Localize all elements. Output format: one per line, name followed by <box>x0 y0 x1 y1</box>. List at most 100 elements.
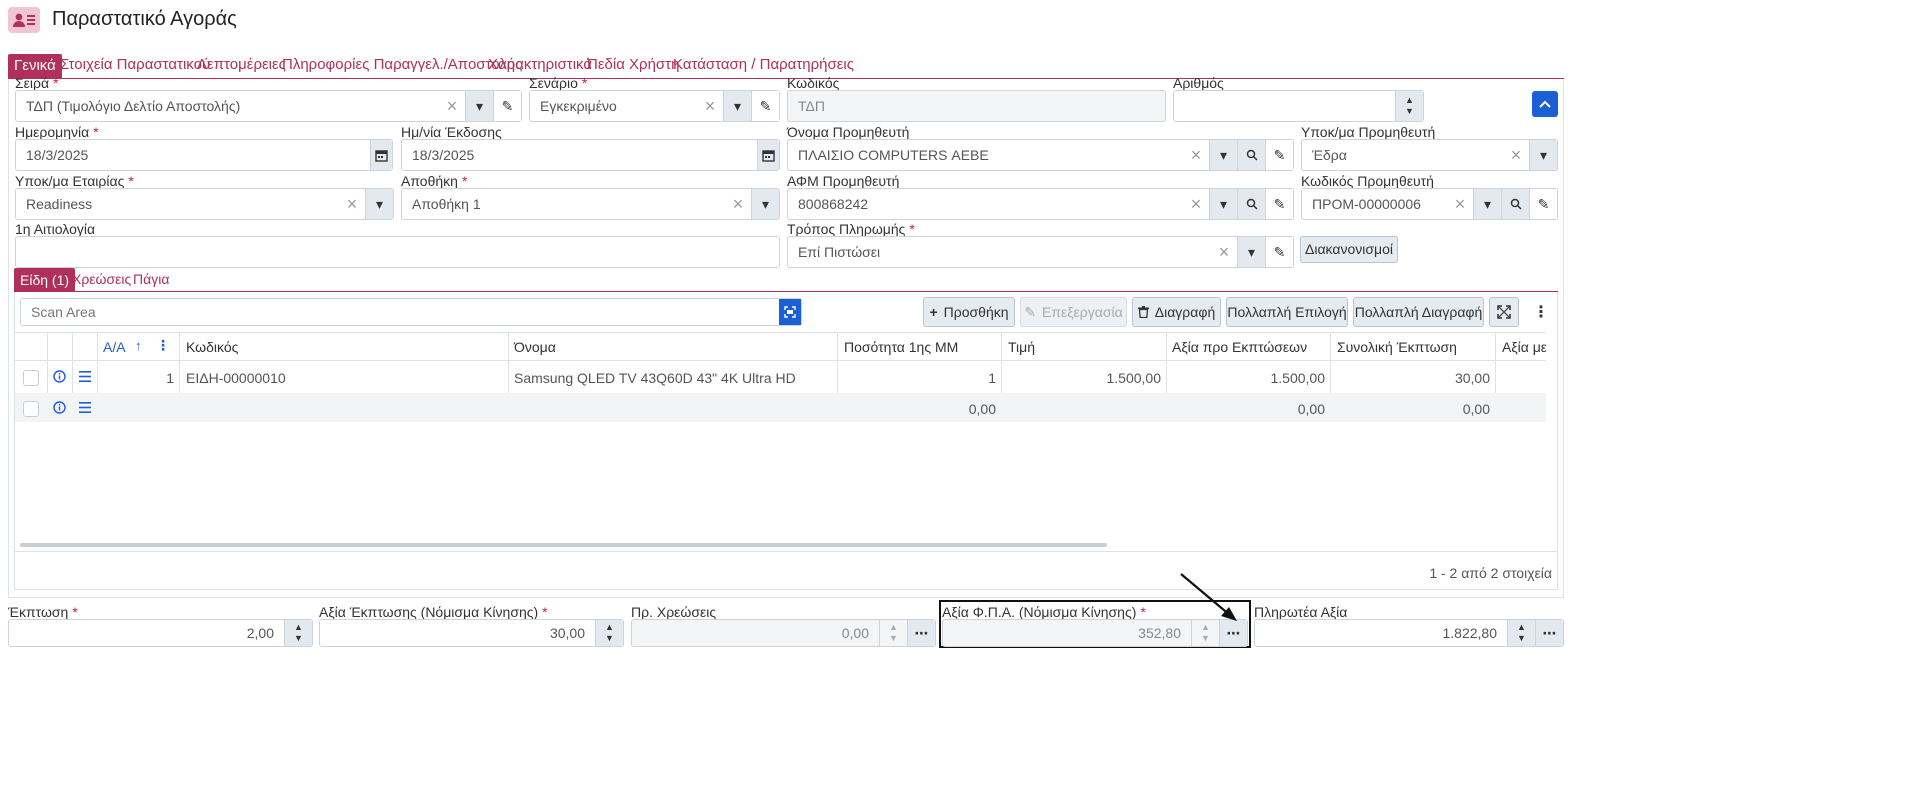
edit-icon[interactable]: ✎ <box>1265 189 1293 219</box>
chevron-down-icon[interactable]: ▾ <box>1237 237 1265 267</box>
row-gross-value: 0,00 <box>1297 401 1325 417</box>
row-price: 1.500,00 <box>1106 370 1162 386</box>
supplier-code-field[interactable]: ΠΡΟΜ-00000006 × ▾ ✎ <box>1301 188 1558 220</box>
column-header-net-value[interactable]: Αξία μετ <box>1502 339 1546 355</box>
more-horizontal-icon[interactable]: ⋯ <box>1535 620 1563 646</box>
multi-delete-button[interactable]: Πολλαπλή Διαγραφή <box>1353 297 1484 327</box>
code-label: Κωδικός <box>787 75 840 91</box>
discount-field[interactable]: 2,00 ▲ ▼ <box>8 619 313 647</box>
edit-icon[interactable]: ✎ <box>1265 140 1293 170</box>
reason-field[interactable] <box>15 236 780 268</box>
issue-date-field[interactable]: 18/3/2025 <box>401 139 780 171</box>
calendar-icon[interactable] <box>757 140 779 170</box>
supplier-branch-label: Υποκ/μα Προμηθευτή <box>1301 124 1436 140</box>
column-header-name[interactable]: Όνομα <box>514 339 556 355</box>
tab-document-details[interactable]: Στοιχεία Παραστατικού <box>60 56 210 73</box>
tab-characteristics[interactable]: Χαρακτηριστικά <box>488 56 592 73</box>
column-header-price[interactable]: Τιμή <box>1008 339 1035 355</box>
clear-icon[interactable]: × <box>697 97 723 115</box>
payable-stepper[interactable]: ▲ ▼ <box>1507 620 1535 646</box>
expand-icon[interactable] <box>1489 297 1519 327</box>
series-field[interactable]: ΤΔΠ (Τιμολόγιο Δελτίο Αποστολής) × ▾ ✎ <box>15 90 522 122</box>
company-branch-field[interactable]: Readiness × ▾ <box>15 188 394 220</box>
barcode-scan-icon[interactable] <box>779 299 801 325</box>
column-header-quantity[interactable]: Ποσότητα 1ης ΜΜ <box>844 339 958 355</box>
warehouse-field[interactable]: Αποθήκη 1 × ▾ <box>401 188 780 220</box>
more-horizontal-icon[interactable]: ⋯ <box>907 620 935 646</box>
clear-icon[interactable]: × <box>1183 146 1209 164</box>
settlements-button[interactable]: Διακανονισμοί <box>1300 236 1398 263</box>
number-field[interactable]: ▲ ▼ <box>1173 90 1424 122</box>
grid-footer-divider <box>15 551 1557 552</box>
column-header-gross-value[interactable]: Αξία προ Εκπτώσεων <box>1172 339 1307 355</box>
search-icon[interactable] <box>1237 189 1265 219</box>
column-header-code[interactable]: Κωδικός <box>186 339 238 355</box>
clear-icon[interactable]: × <box>725 195 751 213</box>
info-icon[interactable] <box>52 400 67 415</box>
scan-area-input[interactable]: Scan Area <box>20 298 802 326</box>
row-menu-icon[interactable] <box>77 400 92 415</box>
calendar-icon[interactable] <box>370 140 392 170</box>
sort-ascending-icon[interactable]: ↑ <box>135 338 142 353</box>
subtab-charges[interactable]: Χρεώσεις <box>72 271 131 287</box>
column-menu-icon[interactable]: ⋮ <box>156 337 170 354</box>
multi-select-button[interactable]: Πολλαπλή Επιλογή <box>1226 297 1348 327</box>
scenario-field[interactable]: Εγκεκριμένο × ▾ ✎ <box>529 90 780 122</box>
discount-stepper[interactable]: ▲ ▼ <box>284 620 312 646</box>
tab-order-shipping[interactable]: Πληροφορίες Παραγγελ./Αποστολής <box>282 56 522 73</box>
tab-user-fields[interactable]: Πεδία Χρήστη <box>587 56 679 73</box>
subtab-items[interactable]: Είδη (1) <box>14 268 76 292</box>
clear-icon[interactable]: × <box>439 97 465 115</box>
row-menu-icon[interactable] <box>77 369 92 384</box>
clear-icon[interactable]: × <box>1503 146 1529 164</box>
supplier-name-field[interactable]: ΠΛΑΙΣΙΟ COMPUTERS ΑΕΒΕ × ▾ ✎ <box>787 139 1294 171</box>
series-label: Σειρά * <box>15 75 59 91</box>
edit-icon[interactable]: ✎ <box>493 91 521 121</box>
discount-value-field[interactable]: 30,00 ▲ ▼ <box>319 619 624 647</box>
edit-icon[interactable]: ✎ <box>751 91 779 121</box>
payment-field[interactable]: Επί Πιστώσει × ▾ ✎ <box>787 236 1294 268</box>
chevron-down-icon[interactable]: ▾ <box>1209 189 1237 219</box>
add-button[interactable]: + Προσθήκη <box>923 297 1015 327</box>
delete-button[interactable]: Διαγραφή <box>1132 297 1221 327</box>
date-field[interactable]: 18/3/2025 <box>15 139 393 171</box>
horizontal-scrollbar[interactable] <box>20 543 1107 547</box>
clear-icon[interactable]: × <box>339 195 365 213</box>
tab-status-notes[interactable]: Κατάσταση / Παρατηρήσεις <box>673 56 854 73</box>
search-icon[interactable] <box>1501 189 1529 219</box>
clear-icon[interactable]: × <box>1183 195 1209 213</box>
number-stepper[interactable]: ▲ ▼ <box>1395 91 1423 121</box>
supplier-vat-field[interactable]: 800868242 × ▾ ✎ <box>787 188 1294 220</box>
edit-icon[interactable]: ✎ <box>1265 237 1293 267</box>
row-checkbox[interactable] <box>23 401 39 417</box>
chevron-down-icon[interactable]: ▾ <box>751 189 779 219</box>
chevron-down-icon[interactable]: ▾ <box>723 91 751 121</box>
clear-icon[interactable]: × <box>1447 195 1473 213</box>
chevron-down-icon[interactable]: ▾ <box>465 91 493 121</box>
payable-field[interactable]: 1.822,80 ▲ ▼ ⋯ <box>1254 619 1564 647</box>
date-value: 18/3/2025 <box>26 147 89 163</box>
row-aa: 1 <box>166 370 174 386</box>
chevron-down-icon[interactable]: ▾ <box>365 189 393 219</box>
row-checkbox[interactable] <box>23 370 39 386</box>
charges-value: 0,00 <box>841 625 869 641</box>
code-value: ΤΔΠ <box>798 98 825 114</box>
edit-icon[interactable]: ✎ <box>1529 189 1557 219</box>
search-icon[interactable] <box>1237 140 1265 170</box>
clear-icon[interactable]: × <box>1211 243 1237 261</box>
collapse-button[interactable] <box>1532 91 1558 117</box>
more-vertical-icon[interactable]: ⋮ <box>1533 302 1549 322</box>
chevron-down-icon[interactable]: ▾ <box>1473 189 1501 219</box>
info-icon[interactable] <box>52 369 67 384</box>
supplier-branch-field[interactable]: Έδρα × ▾ <box>1301 139 1558 171</box>
column-header-aa[interactable]: Α/Α <box>103 339 126 355</box>
discount-value-stepper[interactable]: ▲ ▼ <box>595 620 623 646</box>
column-header-total-discount[interactable]: Συνολική Έκπτωση <box>1337 339 1457 355</box>
code-field: ΤΔΠ <box>787 90 1166 122</box>
chevron-down-icon[interactable]: ▾ <box>1529 140 1557 170</box>
tab-details[interactable]: Λεπτομέρειες <box>197 56 286 73</box>
chevron-down-icon[interactable]: ▾ <box>1209 140 1237 170</box>
number-label: Αριθμός <box>1173 75 1224 91</box>
scenario-value: Εγκεκριμένο <box>540 98 617 114</box>
subtab-assets[interactable]: Πάγια <box>133 271 169 287</box>
